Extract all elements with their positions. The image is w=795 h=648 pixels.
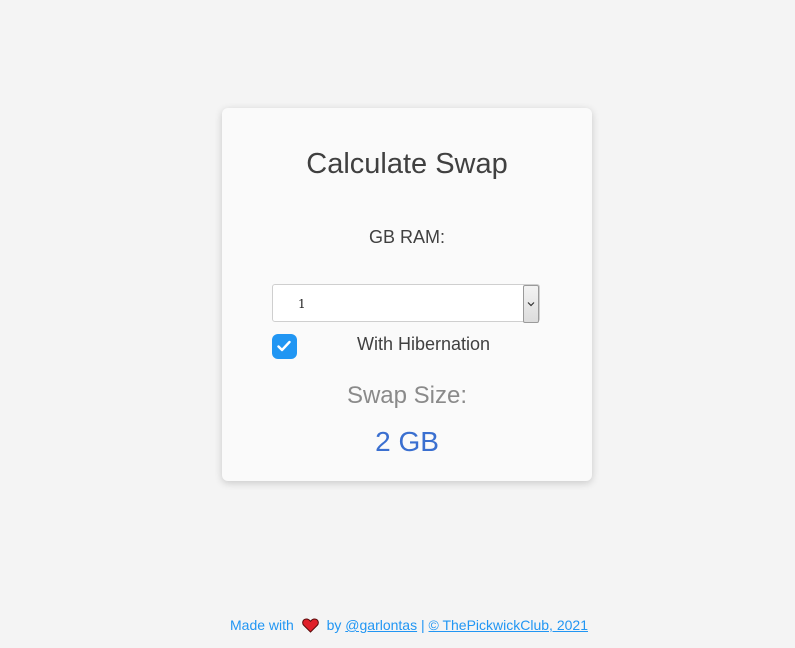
swap-calculator-card: Calculate Swap GB RAM: 1 With Hibernatio…: [222, 108, 592, 481]
ram-select-value: 1: [298, 297, 306, 311]
footer-made-with: Made with: [230, 617, 294, 633]
ram-label: GB RAM:: [368, 227, 445, 247]
swap-size-value: 2 GB: [375, 426, 439, 457]
ram-select[interactable]: 1: [272, 284, 540, 323]
footer: Made with by @garlontas | © ThePickwickC…: [230, 617, 588, 636]
swap-size-label: Swap Size:: [346, 382, 468, 409]
author-link[interactable]: @garlontas: [345, 617, 417, 633]
checkmark-icon: [277, 340, 291, 352]
heart-icon: [301, 618, 319, 636]
copyright-link[interactable]: © ThePickwickClub, 2021: [429, 617, 588, 633]
hibernation-checkbox[interactable]: [272, 334, 297, 359]
chevron-down-icon[interactable]: [523, 285, 539, 323]
footer-separator: |: [420, 617, 425, 633]
page-title: Calculate Swap: [306, 148, 508, 180]
footer-by: by: [326, 617, 342, 633]
hibernation-label[interactable]: With Hibernation: [357, 334, 490, 355]
